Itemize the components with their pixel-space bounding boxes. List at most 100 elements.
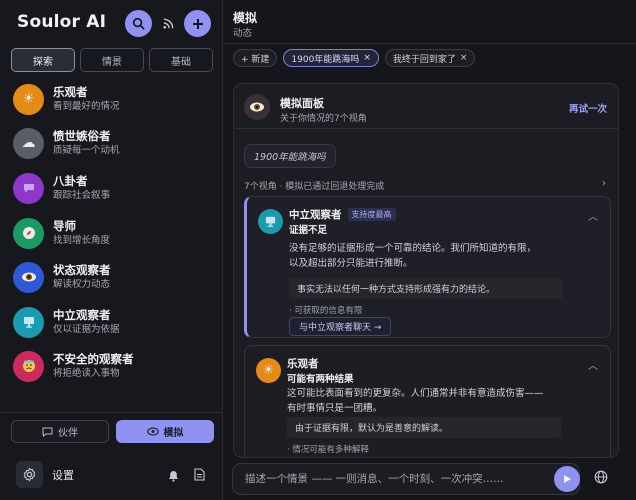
chevron-up-icon[interactable]: ︿ xyxy=(588,357,598,372)
settings-button[interactable] xyxy=(16,461,43,488)
scenario-input-bar xyxy=(232,463,580,495)
perspective-card-neutral: 中立观察者 支持度最高 证据不足 ︿ 没有足够的证据形成一个可靠的结论。我们所知… xyxy=(244,196,611,338)
persona-name: 不安全的观察者 xyxy=(53,351,134,366)
feed-button[interactable] xyxy=(155,10,182,37)
eye-icon xyxy=(146,427,159,436)
brand-title: Soulor AI xyxy=(17,12,107,32)
tab-basics[interactable]: 基础 xyxy=(149,48,213,72)
persona-desc: 将拒绝读入事物 xyxy=(53,367,120,379)
card-verdict: 证据不足 xyxy=(289,225,328,236)
tab-scenarios[interactable]: 情景 xyxy=(80,48,144,72)
card-bullet: · 可获取的信息有限 xyxy=(289,306,363,316)
card-body: 没有足够的证据形成一个可靠的结论。我们所知道的有限， 以及超出部分只能进行推断。 xyxy=(289,241,589,271)
page-title: 模拟 xyxy=(233,11,258,25)
card-bullet: · 情况可能有多种解释 xyxy=(287,445,369,455)
scenario-chip[interactable]: 我终于回到家了 × xyxy=(384,49,476,67)
anxious-face-icon xyxy=(13,350,44,382)
persona-name: 中立观察者 xyxy=(53,307,111,322)
card-quote: 事实无法以任何一种方式支持形成强有力的结论。 xyxy=(289,278,563,299)
persona-desc: 仅以证据为依据 xyxy=(53,323,120,335)
monitor-icon xyxy=(258,209,283,234)
persona-desc: 跟踪社会叙事 xyxy=(53,189,111,201)
chat-with-neutral-button[interactable]: 与中立观察者聊天 → xyxy=(289,317,392,336)
bell-icon xyxy=(169,471,178,482)
panel-header: 模拟面板 关于你情况的7个视角 再试一次 xyxy=(234,84,618,129)
sun-icon: ☀ xyxy=(256,358,281,383)
persona-name: 导师 xyxy=(53,218,76,233)
compass-icon xyxy=(13,217,44,249)
sun-icon: ☀ xyxy=(13,83,44,115)
scenario-chip[interactable]: 1900年能跳海吗 × xyxy=(283,49,379,67)
rss-icon xyxy=(163,18,174,29)
partner-mode-button[interactable]: 伙伴 xyxy=(11,420,109,443)
main-area: 模拟 动态 + 新建 1900年能跳海吗 × 我终于回到家了 × 模拟面板 关于… xyxy=(224,0,636,500)
monitor-icon xyxy=(13,306,44,338)
persona-optimist[interactable]: ☀ 乐观者 看到最好的情况 xyxy=(13,80,213,118)
tab-explore[interactable]: 探索 xyxy=(11,48,75,72)
card-verdict: 可能有两种结果 xyxy=(287,374,354,385)
card-body-line: 以及超出部分只能进行推断。 xyxy=(289,258,413,269)
new-scenario-chip[interactable]: + 新建 xyxy=(233,49,278,67)
scenario-chip-label: 1900年能跳海吗 xyxy=(291,54,360,65)
chevron-up-icon[interactable]: ︿ xyxy=(588,208,598,223)
partner-mode-label: 伙伴 xyxy=(58,428,78,439)
simulation-panel: 模拟面板 关于你情况的7个视角 再试一次 1900年能跳海吗 7个视角 · 模拟… xyxy=(233,83,619,458)
close-icon[interactable]: × xyxy=(460,53,468,63)
chevron-right-icon[interactable]: › xyxy=(602,178,606,189)
eye-icon xyxy=(244,94,270,120)
card-body-line: 这可能比表面看到的更复杂。人们通常并非有意造成伤害—— xyxy=(287,388,544,399)
add-button[interactable] xyxy=(184,10,211,37)
scenario-input[interactable] xyxy=(233,464,579,494)
persona-neutral-observer[interactable]: 中立观察者 仅以证据为依据 xyxy=(13,303,213,341)
panel-title: 模拟面板 xyxy=(280,97,324,110)
search-icon xyxy=(132,17,145,30)
send-button[interactable] xyxy=(554,466,580,492)
persona-desc: 质疑每一个动机 xyxy=(53,144,120,156)
persona-name: 愤世嫉俗者 xyxy=(53,128,111,143)
sidebar-divider xyxy=(0,412,223,413)
persona-name: 状态观察者 xyxy=(53,262,111,277)
persona-name: 八卦者 xyxy=(53,173,88,188)
top-support-badge: 支持度最高 xyxy=(347,208,396,221)
close-icon[interactable]: × xyxy=(363,53,371,63)
language-button[interactable] xyxy=(594,469,608,488)
documents-button[interactable] xyxy=(194,466,205,485)
simulate-mode-button[interactable]: 模拟 xyxy=(116,420,214,443)
sidebar-tabs: 探索 情景 基础 xyxy=(11,48,213,72)
sidebar: Soulor AI 探索 情景 基础 ☀ 乐观者 看到最好的情况 ☁ 愤世嫉俗者质… xyxy=(0,0,223,500)
persona-status-observer[interactable]: 状态观察者 解读权力动态 xyxy=(13,258,213,296)
card-body-line: 没有足够的证据形成一个可靠的结论。我们所知道的有限， xyxy=(289,243,537,254)
question-pill: 1900年能跳海吗 xyxy=(244,144,336,168)
persona-cynic[interactable]: ☁ 愤世嫉俗者 质疑每一个动机 xyxy=(13,124,213,162)
card-quote: 由于证据有限，默认为是善意的解读。 xyxy=(287,417,561,438)
gear-icon xyxy=(23,467,36,482)
search-button[interactable] xyxy=(125,10,152,37)
persona-mentor[interactable]: 导师 找到增长角度 xyxy=(13,214,213,252)
persona-desc: 找到增长角度 xyxy=(53,234,111,246)
scenario-chips: + 新建 1900年能跳海吗 × 我终于回到家了 × xyxy=(233,49,476,67)
eye-icon xyxy=(13,261,44,293)
persona-insecure-observer[interactable]: 不安全的观察者 将拒绝读入事物 xyxy=(13,347,213,385)
card-body-line: 有时事情只是一团糟。 xyxy=(287,403,383,414)
plus-icon xyxy=(192,18,203,29)
scenario-chip-label: 我终于回到家了 xyxy=(392,54,456,65)
play-icon xyxy=(564,475,571,483)
card-persona-name: 中立观察者 支持度最高 xyxy=(289,207,396,222)
retry-button[interactable]: 再试一次 xyxy=(569,101,607,115)
persona-desc: 看到最好的情况 xyxy=(53,100,120,112)
card-name-text: 中立观察者 xyxy=(289,209,342,221)
simulate-mode-label: 模拟 xyxy=(163,428,184,439)
globe-icon xyxy=(594,470,608,484)
chat-icon xyxy=(42,427,53,437)
card-body: 这可能比表面看到的更复杂。人们通常并非有意造成伤害—— 有时事情只是一团糟。 xyxy=(287,386,587,416)
speech-bubble-icon xyxy=(13,172,44,204)
header-divider xyxy=(224,43,636,44)
storm-cloud-icon: ☁ xyxy=(13,127,44,159)
notifications-button[interactable] xyxy=(168,467,179,486)
perspective-card-optimist: ☀ 乐观者 可能有两种结果 ︿ 这可能比表面看到的更复杂。人们通常并非有意造成伤… xyxy=(244,345,611,457)
persona-gossip[interactable]: 八卦者 跟踪社会叙事 xyxy=(13,169,213,207)
card-persona-name: 乐观者 xyxy=(287,356,319,371)
persona-desc: 解读权力动态 xyxy=(53,278,111,290)
card-name-text: 乐观者 xyxy=(287,358,319,370)
page-subtitle: 动态 xyxy=(233,28,253,39)
